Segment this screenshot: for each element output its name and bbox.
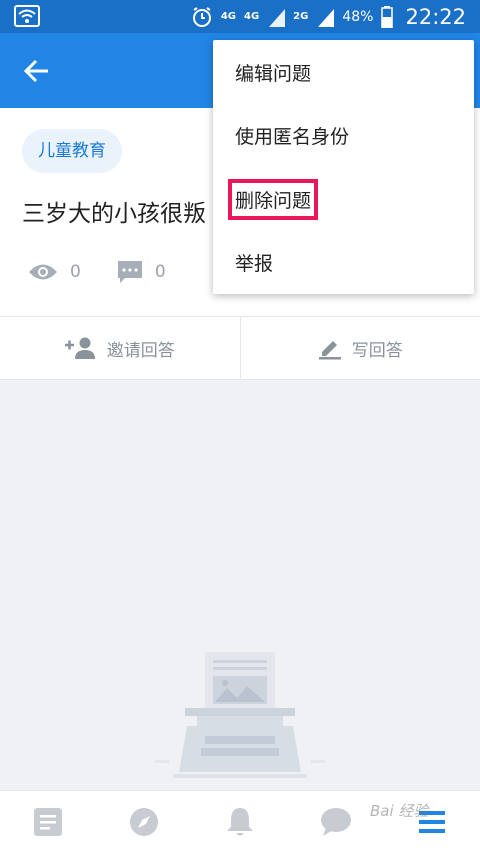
feed-icon — [34, 808, 62, 836]
chat-icon — [321, 808, 351, 836]
battery-percent: 48% — [342, 8, 374, 25]
battery-icon — [381, 5, 394, 28]
wifi-icon — [14, 5, 40, 27]
watermark: Bai 经验 — [370, 802, 429, 820]
menu-item-anonymous[interactable]: 使用匿名身份 — [213, 103, 474, 167]
menu-item-label: 编辑问题 — [235, 62, 312, 85]
eye-icon — [29, 264, 57, 280]
menu-item-edit-question[interactable]: 编辑问题 — [213, 40, 474, 104]
comment-count: 0 — [154, 262, 166, 282]
view-stat: 0 — [28, 262, 81, 282]
signal-icon — [269, 8, 286, 27]
invite-answer-label: 邀请回答 — [106, 340, 175, 361]
view-count: 0 — [70, 262, 81, 282]
bell-icon — [227, 808, 253, 836]
pencil-icon — [318, 341, 341, 360]
alarm-icon — [192, 6, 211, 27]
typewriter-illustration — [155, 652, 325, 778]
answer-actions: 邀请回答 写回答 — [0, 316, 480, 380]
nav-feed[interactable] — [0, 791, 96, 853]
menu-item-label: 删除问题 — [227, 178, 319, 220]
comment-icon — [117, 261, 142, 283]
back-arrow-icon[interactable] — [22, 57, 52, 85]
topic-tag[interactable]: 儿童教育 — [22, 129, 122, 173]
menu-item-label: 使用匿名身份 — [235, 125, 350, 148]
comment-stat[interactable]: 0 — [117, 260, 166, 284]
add-person-icon — [64, 337, 95, 359]
nav-notifications[interactable] — [192, 791, 288, 853]
clock: 22:22 — [405, 4, 466, 29]
signal-icon-2 — [318, 8, 335, 27]
network-type-2: 4G — [244, 10, 260, 22]
question-title: 三岁大的小孩很叛 — [22, 201, 206, 227]
network-type-1: 4G — [220, 10, 236, 22]
nav-discover[interactable] — [96, 791, 192, 853]
compass-icon — [130, 808, 158, 836]
overflow-menu: 编辑问题 使用匿名身份 删除问题 举报 — [213, 40, 474, 294]
question-stats: 0 0 — [28, 260, 202, 284]
write-answer-button[interactable]: 写回答 — [241, 317, 480, 379]
menu-item-report[interactable]: 举报 — [213, 230, 474, 294]
menu-item-label: 举报 — [235, 252, 274, 275]
menu-item-delete-question[interactable]: 删除问题 — [213, 167, 474, 231]
invite-answer-button[interactable]: 邀请回答 — [0, 317, 240, 379]
status-bar: 4G 4G 2G 48% 22:22 — [0, 0, 480, 33]
network-type-3: 2G — [293, 10, 309, 22]
write-answer-label: 写回答 — [351, 340, 403, 361]
